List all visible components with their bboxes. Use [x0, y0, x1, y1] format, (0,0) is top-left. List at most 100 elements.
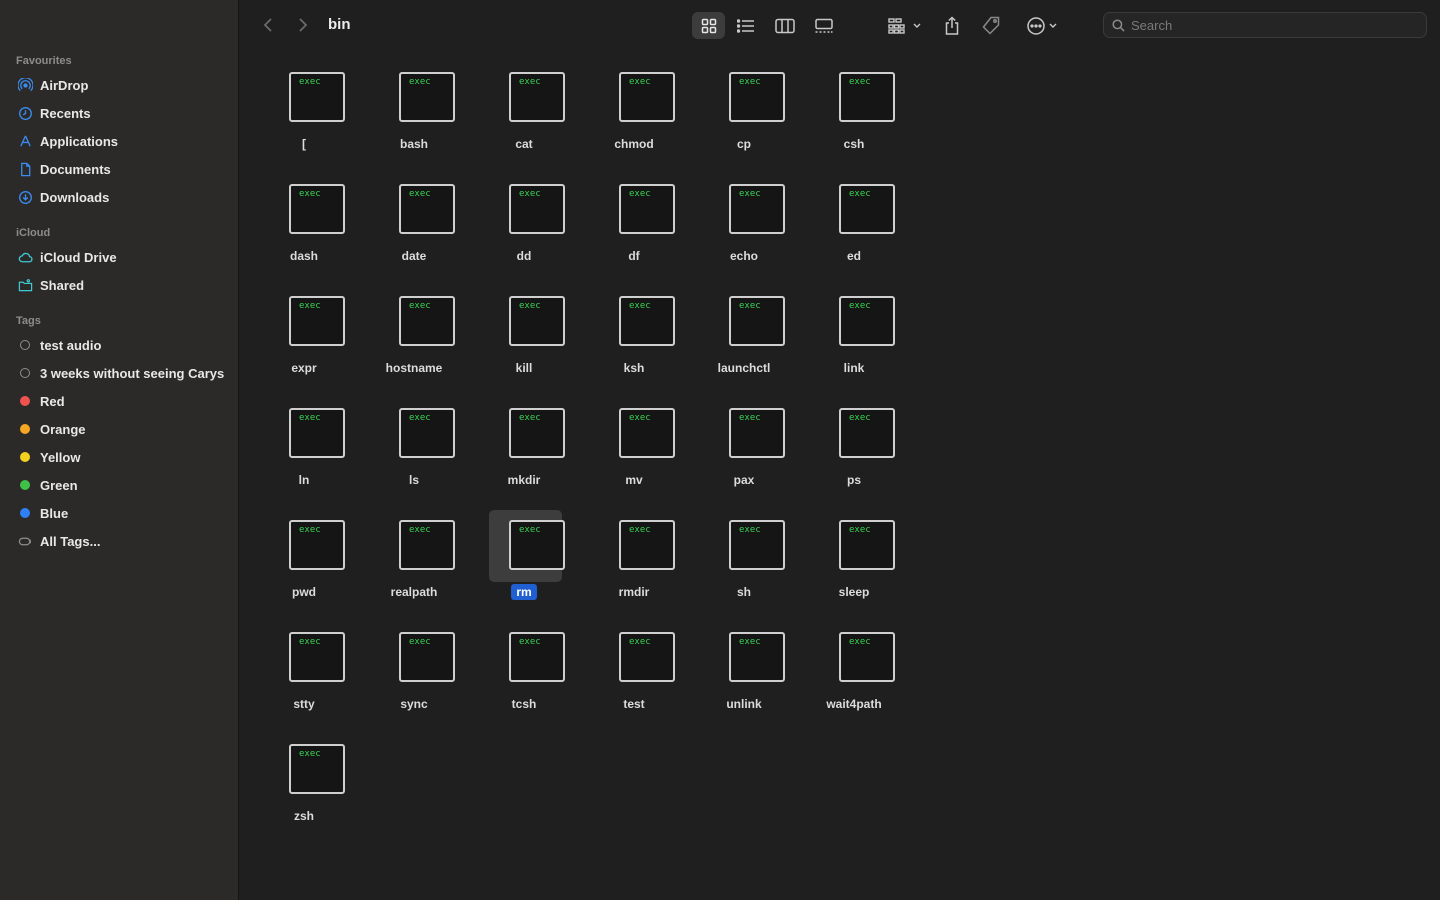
- file-item[interactable]: exec ed: [799, 174, 909, 286]
- sidebar-item-documents[interactable]: Documents: [16, 157, 228, 181]
- file-item[interactable]: exec link: [799, 286, 909, 398]
- file-item[interactable]: exec cat: [469, 62, 579, 174]
- file-item[interactable]: exec date: [359, 174, 469, 286]
- sidebar-item-airdrop[interactable]: AirDrop: [16, 73, 228, 97]
- exec-badge: exec: [299, 301, 321, 311]
- sidebar-item-label: 3 weeks without seeing Carys: [40, 365, 225, 381]
- sidebar-tag-blue[interactable]: Blue: [16, 501, 228, 525]
- file-item[interactable]: exec hostname: [359, 286, 469, 398]
- tags-button[interactable]: [979, 12, 1003, 39]
- file-item[interactable]: exec expr: [249, 286, 359, 398]
- file-name: chmod: [614, 137, 654, 151]
- exec-badge: exec: [409, 301, 431, 311]
- file-item[interactable]: exec kill: [469, 286, 579, 398]
- sidebar-tag-red[interactable]: Red: [16, 389, 228, 413]
- file-item[interactable]: exec mv: [579, 398, 689, 510]
- file-item[interactable]: exec sleep: [799, 510, 909, 622]
- chevron-left-icon: [263, 18, 272, 32]
- back-button[interactable]: [258, 14, 278, 36]
- file-item[interactable]: exec sync: [359, 622, 469, 734]
- gallery-view-button[interactable]: [809, 12, 839, 39]
- file-item[interactable]: exec cp: [689, 62, 799, 174]
- file-name: ed: [846, 249, 861, 263]
- exec-badge: exec: [299, 637, 321, 647]
- sidebar-item-downloads[interactable]: Downloads: [16, 185, 228, 209]
- sidebar-tag-test-audio[interactable]: test audio: [16, 333, 228, 357]
- airdrop-icon: [16, 77, 34, 93]
- exec-file-icon: exec: [289, 632, 345, 682]
- share-button[interactable]: [940, 12, 964, 39]
- columns-icon: [775, 18, 795, 33]
- sidebar-item-applications[interactable]: Applications: [16, 129, 228, 153]
- exec-file-icon: exec: [839, 632, 895, 682]
- group-by-button[interactable]: [883, 12, 925, 39]
- file-item[interactable]: exec wait4path: [799, 622, 909, 734]
- file-name: launchctl: [717, 361, 771, 375]
- exec-file-icon: exec: [839, 184, 895, 234]
- exec-file-icon: exec: [289, 520, 345, 570]
- file-item[interactable]: exec ps: [799, 398, 909, 510]
- file-item[interactable]: exec zsh: [249, 734, 359, 846]
- file-item[interactable]: exec tcsh: [469, 622, 579, 734]
- exec-file-icon: exec: [509, 184, 565, 234]
- file-item-selected[interactable]: exec rm: [469, 510, 579, 622]
- file-item[interactable]: exec echo: [689, 174, 799, 286]
- file-item[interactable]: exec csh: [799, 62, 909, 174]
- file-item[interactable]: exec test: [579, 622, 689, 734]
- file-item[interactable]: exec sh: [689, 510, 799, 622]
- file-item[interactable]: exec dash: [249, 174, 359, 286]
- tag-dot: [20, 424, 30, 434]
- exec-file-icon: exec: [619, 632, 675, 682]
- more-actions-button[interactable]: [1020, 12, 1062, 39]
- column-view-button[interactable]: [770, 12, 800, 39]
- file-item[interactable]: exec ls: [359, 398, 469, 510]
- exec-file-icon: exec: [729, 408, 785, 458]
- search-icon: [1112, 18, 1125, 32]
- list-view-button[interactable]: [731, 12, 761, 39]
- file-name: wait4path: [826, 697, 882, 711]
- exec-badge: exec: [409, 637, 431, 647]
- exec-badge: exec: [849, 77, 871, 87]
- file-item[interactable]: exec realpath: [359, 510, 469, 622]
- window-title: bin: [328, 16, 351, 33]
- file-item[interactable]: exec mkdir: [469, 398, 579, 510]
- file-item[interactable]: exec bash: [359, 62, 469, 174]
- file-item[interactable]: exec ln: [249, 398, 359, 510]
- sidebar-tag-orange[interactable]: Orange: [16, 417, 228, 441]
- exec-file-icon: exec: [289, 744, 345, 794]
- sidebar: Favourites AirDrop Recents Applications …: [0, 0, 239, 900]
- tags-header: Tags: [16, 315, 41, 327]
- file-item[interactable]: exec chmod: [579, 62, 689, 174]
- search-input[interactable]: [1131, 17, 1411, 33]
- exec-file-icon: exec: [399, 408, 455, 458]
- sidebar-tag-yellow[interactable]: Yellow: [16, 445, 228, 469]
- file-item[interactable]: exec launchctl: [689, 286, 799, 398]
- search-field[interactable]: [1103, 12, 1427, 38]
- file-name: kill: [515, 361, 533, 375]
- file-name: cp: [736, 137, 751, 151]
- file-item[interactable]: exec rmdir: [579, 510, 689, 622]
- sidebar-item-label: Shared: [40, 277, 85, 293]
- sidebar-tag-green[interactable]: Green: [16, 473, 228, 497]
- file-item[interactable]: exec unlink: [689, 622, 799, 734]
- file-name: tcsh: [511, 697, 537, 711]
- file-item[interactable]: exec stty: [249, 622, 359, 734]
- file-name: mkdir: [507, 473, 541, 487]
- file-item[interactable]: exec ksh: [579, 286, 689, 398]
- forward-button[interactable]: [293, 14, 313, 36]
- exec-file-icon: exec: [839, 520, 895, 570]
- file-item[interactable]: exec pax: [689, 398, 799, 510]
- file-item[interactable]: exec df: [579, 174, 689, 286]
- icon-view-button[interactable]: [692, 12, 725, 39]
- file-item[interactable]: exec pwd: [249, 510, 359, 622]
- file-item[interactable]: exec [: [249, 62, 359, 174]
- sidebar-item-icloud-drive[interactable]: iCloud Drive: [16, 245, 228, 269]
- sidebar-tag-3-weeks[interactable]: 3 weeks without seeing Carys: [16, 361, 228, 385]
- file-item[interactable]: exec dd: [469, 174, 579, 286]
- exec-file-icon: exec: [619, 296, 675, 346]
- exec-badge: exec: [629, 637, 651, 647]
- exec-file-icon: exec: [509, 632, 565, 682]
- sidebar-all-tags[interactable]: All Tags...: [16, 529, 228, 553]
- sidebar-item-recents[interactable]: Recents: [16, 101, 228, 125]
- sidebar-item-shared[interactable]: Shared: [16, 273, 228, 297]
